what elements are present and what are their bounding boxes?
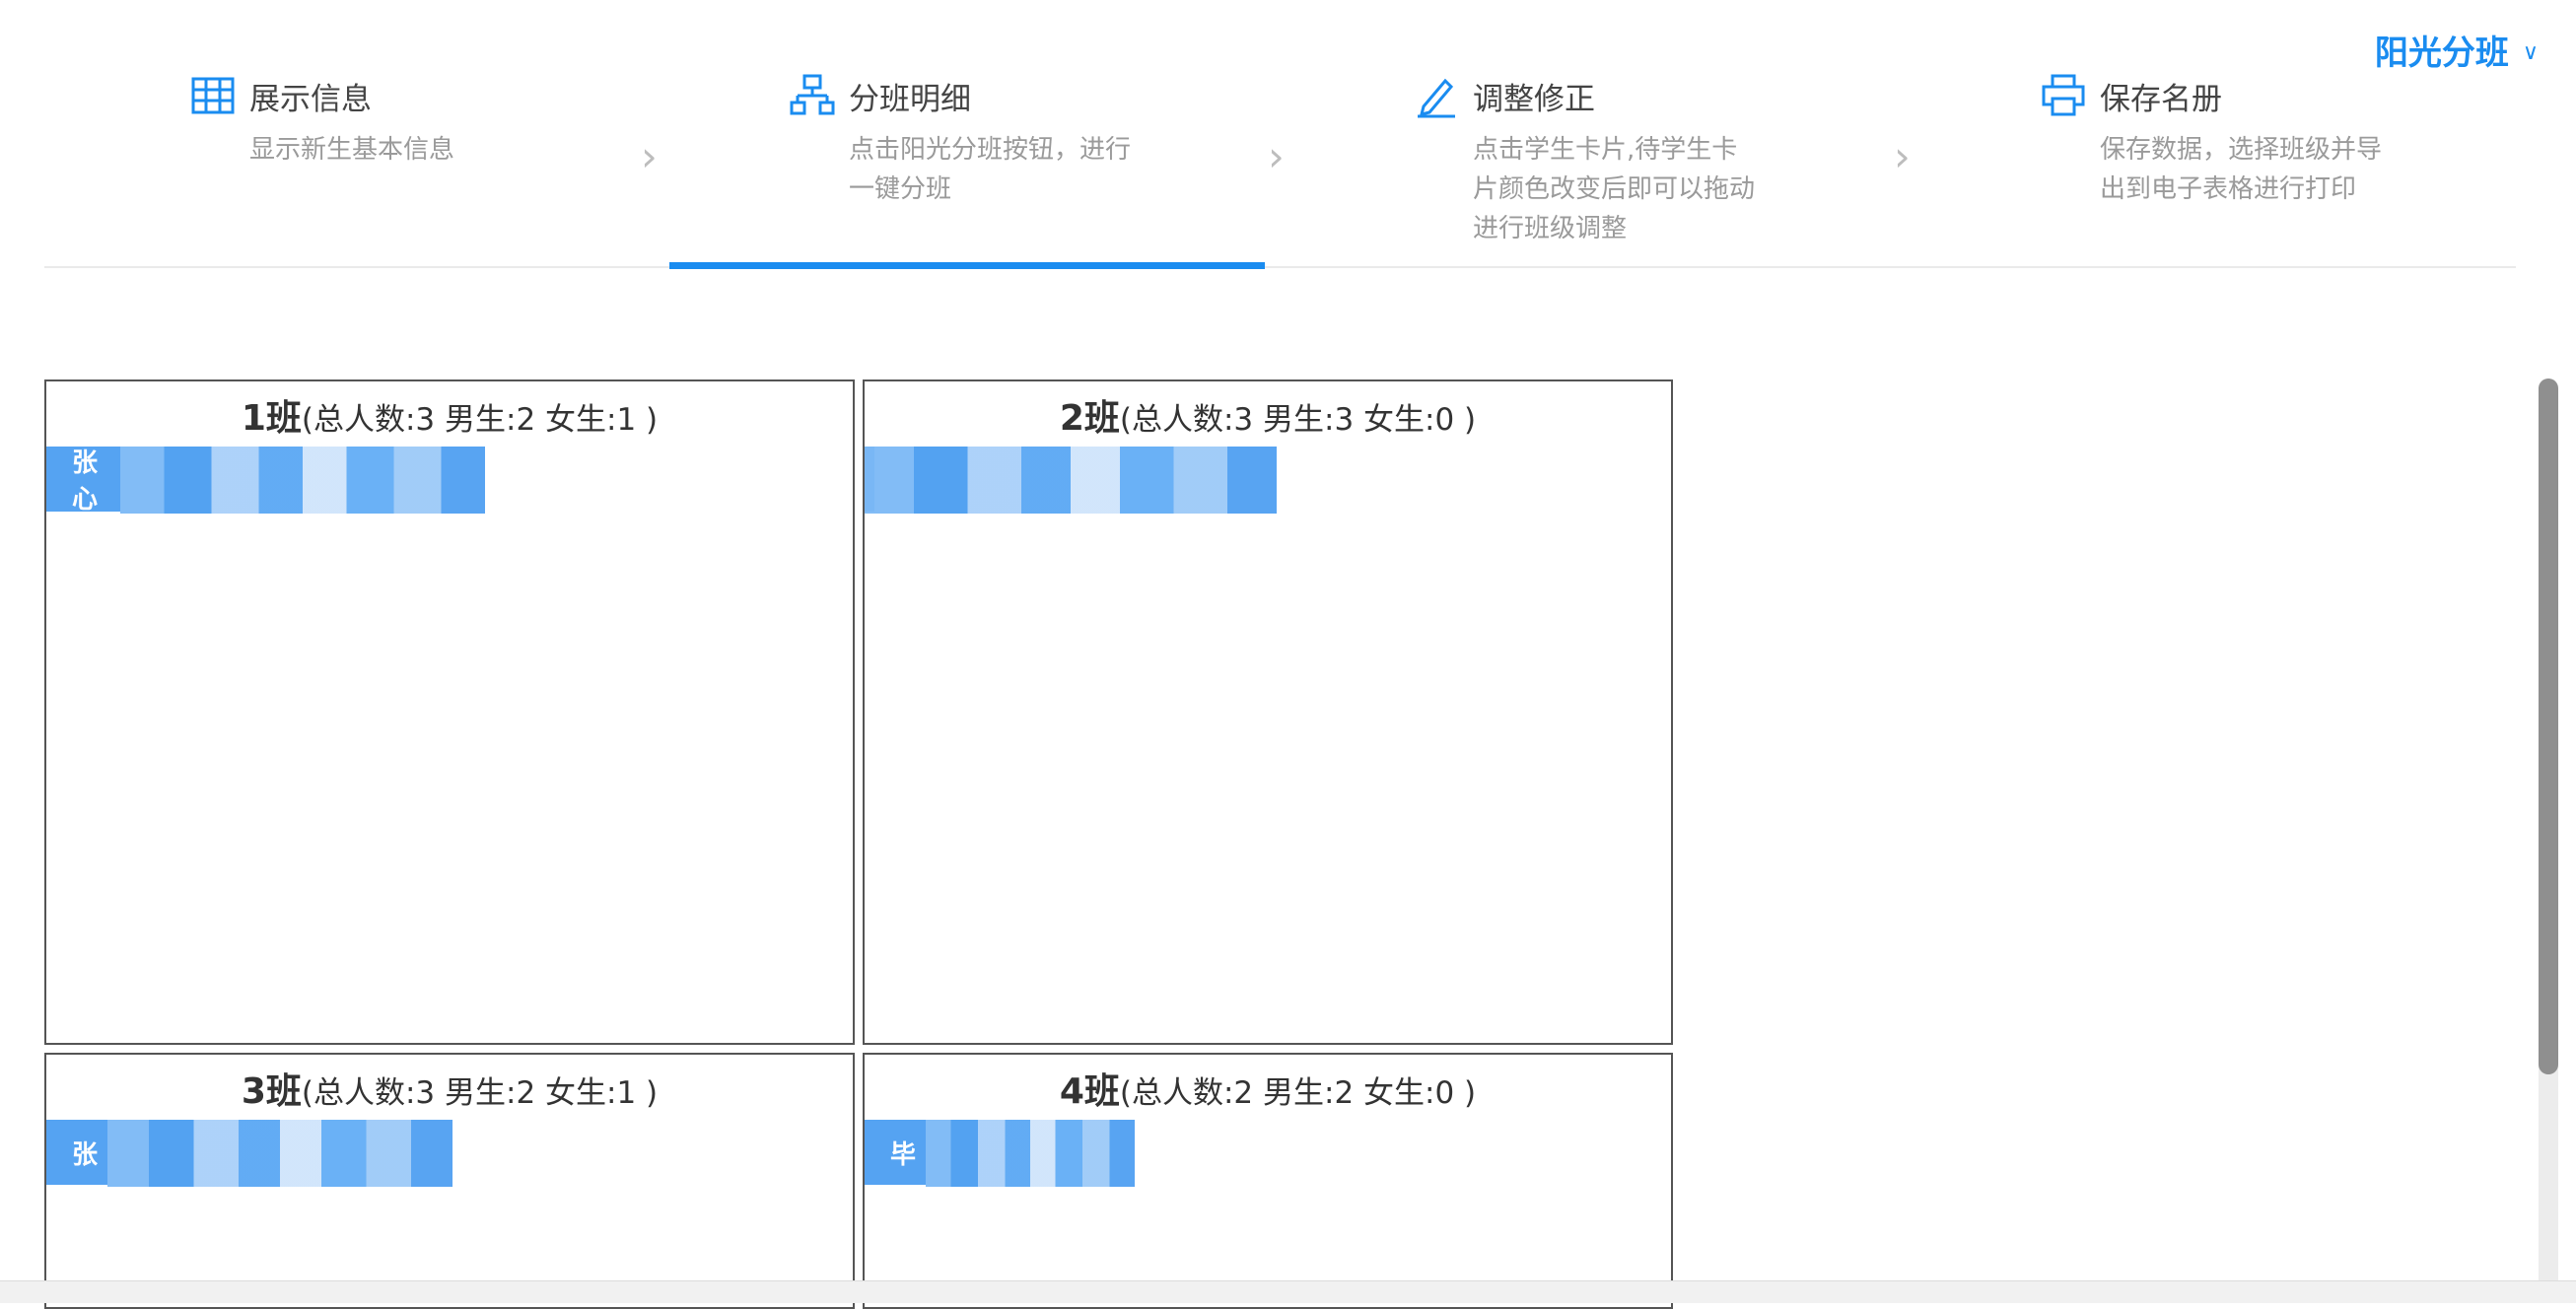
redacted-area [865, 447, 1277, 514]
active-step-indicator [669, 262, 1265, 269]
step-class-detail[interactable]: 分班明细 点击阳光分班按钮，进行一键分班 [790, 61, 1135, 266]
student-card[interactable]: 张心 [46, 447, 120, 515]
class-panel-1[interactable]: 1班(总人数:3 男生:2 女生:1 ) 张心 [44, 379, 855, 1045]
step-title: 保存名册 [2100, 81, 2222, 117]
step-show-info[interactable]: 展示信息 显示新生基本信息 [190, 61, 535, 266]
step-title: 展示信息 [249, 81, 372, 117]
class-panel-2[interactable]: 2班(总人数:3 男生:3 女生:0 ) [863, 379, 1673, 1045]
student-name: 毕 [890, 1139, 917, 1170]
class-panel-3[interactable]: 3班(总人数:3 男生:2 女生:1 ) 张 [44, 1053, 855, 1309]
class-header: 3班(总人数:3 男生:2 女生:1 ) [46, 1063, 853, 1114]
step-description: 点击学生卡片,待学生卡片颜色改变后即可以拖动进行班级调整 [1473, 135, 1756, 243]
step-title: 分班明细 [849, 81, 971, 117]
chevron-right-icon: › [1894, 132, 1911, 180]
step-title: 调整修正 [1473, 81, 1595, 117]
class-header: 2班(总人数:3 男生:3 女生:0 ) [865, 389, 1671, 441]
chevron-right-icon: › [641, 132, 658, 180]
chevron-right-icon: › [1268, 132, 1285, 180]
printer-icon [2042, 74, 2085, 116]
step-save-roster[interactable]: 保存名册 保存数据，选择班级并导出到电子表格进行打印 [2041, 61, 2386, 266]
class-stats: (总人数:2 男生:2 女生:0 ) [1119, 1075, 1477, 1111]
student-card[interactable]: 毕 [865, 1120, 926, 1185]
class-stats: (总人数:3 男生:2 女生:1 ) [301, 402, 659, 438]
redacted-area [926, 1120, 1135, 1187]
vertical-scrollbar[interactable] [2539, 379, 2558, 1303]
student-name: 张心 [72, 448, 99, 515]
student-name: 张 [72, 1139, 99, 1170]
step-navigation: 展示信息 显示新生基本信息 › 分班明细 点击阳光分班按钮，进行一键分班 › 调… [44, 61, 2516, 269]
step-description: 显示新生基本信息 [249, 135, 455, 165]
step-adjust[interactable]: 调整修正 点击学生卡片,待学生卡片颜色改变后即可以拖动进行班级调整 [1414, 61, 1759, 266]
redacted-area [120, 447, 485, 514]
class-name: 1班 [241, 398, 302, 439]
table-grid-icon [191, 77, 235, 114]
class-header: 4班(总人数:2 男生:2 女生:0 ) [865, 1063, 1671, 1114]
class-header: 1班(总人数:3 男生:2 女生:1 ) [46, 389, 853, 441]
org-chart-icon [790, 74, 835, 115]
pencil-icon [1418, 78, 1455, 118]
class-name: 2班 [1059, 398, 1120, 439]
step-description: 点击阳光分班按钮，进行一键分班 [849, 135, 1132, 204]
bottom-toolbar [0, 1280, 2576, 1303]
class-stats: (总人数:3 男生:2 女生:1 ) [301, 1075, 659, 1111]
redacted-area [107, 1120, 453, 1187]
student-card[interactable]: 张 [46, 1120, 107, 1185]
chevron-down-icon: ∨ [2522, 40, 2539, 65]
class-panel-4[interactable]: 4班(总人数:2 男生:2 女生:0 ) 毕 [863, 1053, 1673, 1309]
scrollbar-thumb[interactable] [2539, 379, 2558, 1074]
class-name: 3班 [241, 1071, 302, 1112]
class-stats: (总人数:3 男生:3 女生:0 ) [1119, 402, 1477, 438]
class-name: 4班 [1059, 1071, 1120, 1112]
step-description: 保存数据，选择班级并导出到电子表格进行打印 [2100, 135, 2383, 204]
